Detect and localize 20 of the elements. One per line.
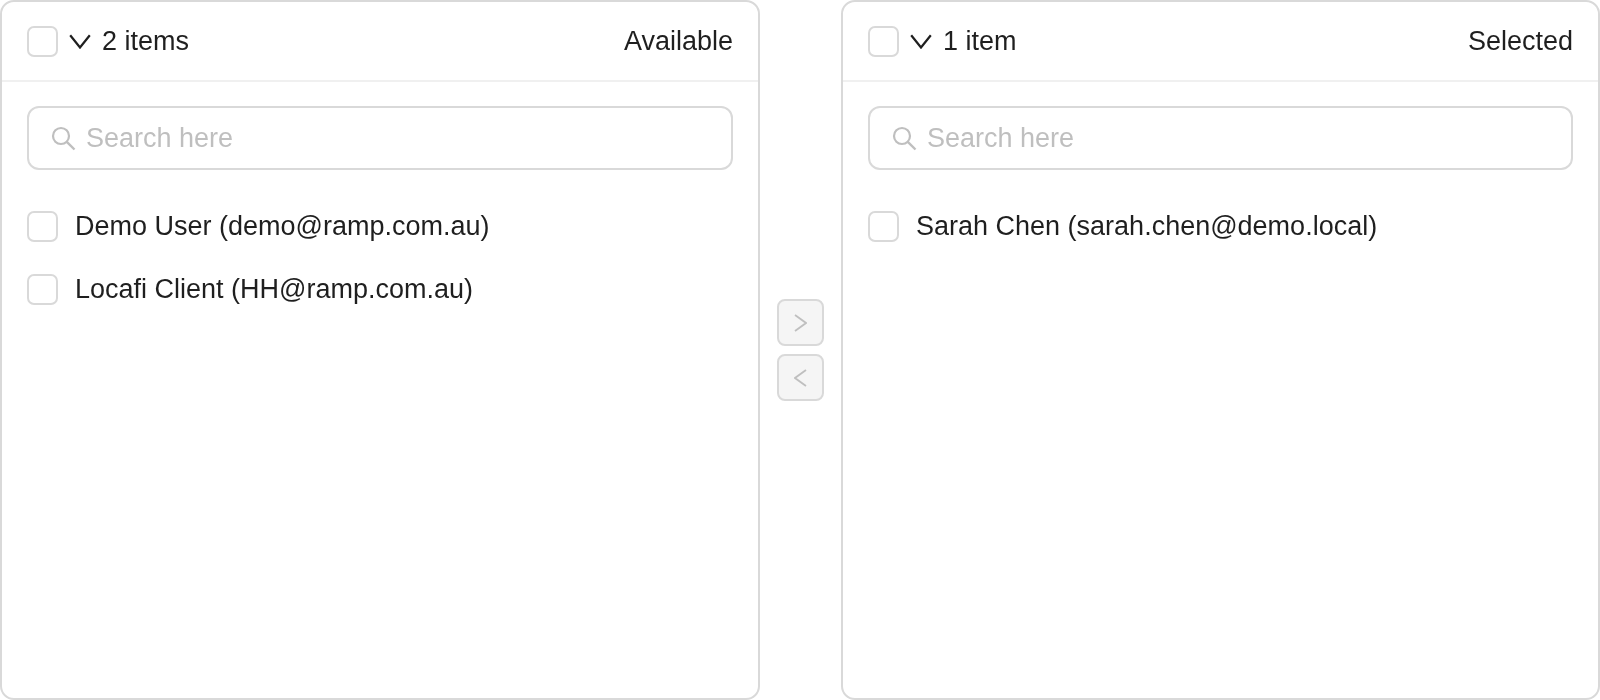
list-item-label[interactable]: Locafi Client (HH@ramp.com.au) [75, 269, 474, 310]
item-count: 2 items [102, 24, 190, 58]
chevron-down-icon[interactable] [910, 33, 932, 49]
checkbox[interactable] [27, 25, 58, 57]
chevron-right-icon [794, 313, 807, 332]
search-icon [51, 126, 76, 151]
search-icon [892, 126, 917, 151]
panel-title: Selected [1467, 24, 1573, 58]
checkbox[interactable] [27, 274, 58, 305]
list-item-label[interactable]: Sarah Chen (sarah.chen@demo.local) [916, 206, 1378, 247]
checkbox[interactable] [868, 25, 899, 57]
chevron-left-icon [794, 368, 807, 387]
search-field[interactable]: Search here [27, 106, 733, 170]
checkbox[interactable] [27, 211, 58, 242]
checkbox[interactable] [868, 211, 899, 242]
list-item-label[interactable]: Demo User (demo@ramp.com.au) [75, 206, 490, 247]
panel-title: Available [623, 24, 733, 58]
search-field[interactable]: Search here [868, 106, 1573, 170]
chevron-down-icon[interactable] [69, 33, 91, 49]
item-count: 1 item [943, 24, 1017, 58]
